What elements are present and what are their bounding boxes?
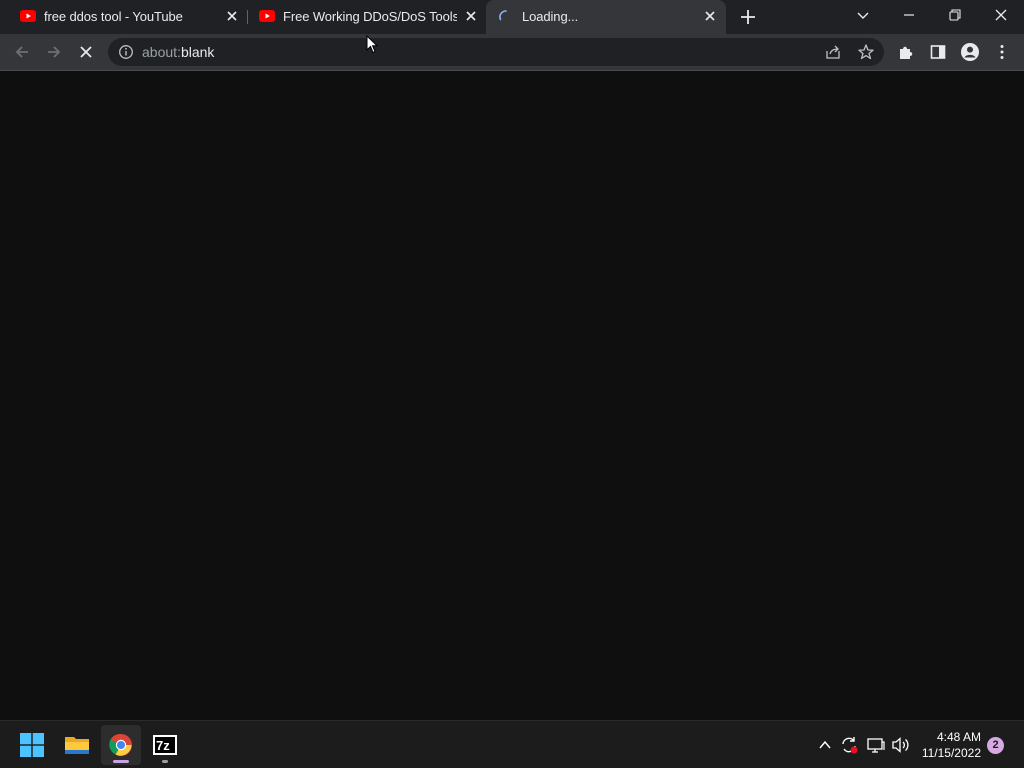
windows-logo-icon: [20, 733, 44, 757]
svg-text:7z: 7z: [156, 738, 170, 753]
close-icon: [995, 9, 1007, 21]
7zip-button[interactable]: 7z: [145, 725, 185, 765]
chrome-logo-icon: [109, 733, 132, 756]
tab-search-button[interactable]: [840, 0, 886, 30]
sync-status-icon[interactable]: [839, 735, 859, 755]
loading-spinner-icon: [499, 10, 507, 21]
profile-button[interactable]: [958, 40, 982, 64]
clock-time: 4:48 AM: [936, 730, 981, 744]
windows-taskbar: 7z 4:48 AM 11/15/2022 2: [0, 720, 1024, 768]
share-icon[interactable]: [824, 43, 842, 61]
monitor-network-icon: [867, 738, 885, 753]
sync-arrows-icon: [842, 737, 858, 754]
puzzle-piece-icon: [900, 46, 913, 59]
close-icon[interactable]: [225, 9, 239, 23]
tab-title: Loading...: [522, 9, 579, 24]
youtube-icon: [20, 10, 36, 22]
side-panel-icon: [930, 45, 946, 59]
running-indicator: [113, 760, 129, 763]
back-button[interactable]: [10, 40, 34, 64]
url-host: blank: [180, 44, 215, 60]
profile-avatar-icon: [961, 43, 979, 61]
arrow-left-icon: [15, 46, 28, 58]
network-icon[interactable]: [866, 735, 886, 755]
stop-x-icon: [80, 46, 92, 58]
clock-date: 11/15/2022: [921, 746, 981, 760]
close-icon[interactable]: [464, 9, 478, 23]
7zip-logo-icon: 7z: [153, 735, 177, 755]
browser-toolbar: about:blank: [0, 34, 1024, 70]
mouse-cursor-icon: [366, 35, 378, 54]
tab-loading[interactable]: Loading...: [486, 0, 726, 34]
restore-icon: [949, 9, 961, 21]
minimize-button[interactable]: [886, 0, 932, 30]
kebab-menu-icon: [1000, 45, 1004, 59]
tab-title: free ddos tool - YouTube: [44, 9, 183, 24]
new-tab-plus-icon[interactable]: [737, 6, 759, 28]
folder-icon: [65, 737, 89, 754]
page-content-blank: [0, 71, 1024, 720]
address-bar[interactable]: about:blank: [108, 38, 884, 66]
volume-icon[interactable]: [891, 735, 911, 755]
youtube-icon: [259, 10, 275, 22]
speaker-icon: [892, 737, 909, 753]
url-scheme: about:: [142, 44, 181, 60]
start-button[interactable]: [12, 725, 52, 765]
taskbar-clock[interactable]: 4:48 AM 11/15/2022: [922, 729, 981, 761]
minimize-icon: [904, 14, 914, 16]
bookmark-star-icon[interactable]: [857, 43, 875, 61]
running-indicator: [162, 760, 168, 763]
close-icon[interactable]: [703, 9, 717, 23]
close-window-button[interactable]: [978, 0, 1024, 30]
extensions-button[interactable]: [894, 40, 918, 64]
info-icon[interactable]: [118, 44, 134, 60]
url-text[interactable]: about:blank: [142, 44, 214, 60]
chrome-button[interactable]: [101, 725, 141, 765]
tab-title: Free Working DDoS/DoS Tools W: [283, 9, 457, 24]
chevron-up-icon: [819, 740, 831, 749]
notification-badge[interactable]: 2: [987, 737, 1004, 754]
chevron-down-icon: [857, 12, 869, 19]
tab-strip: free ddos tool - YouTube Free Working DD…: [0, 0, 1024, 34]
forward-button[interactable]: [42, 40, 66, 64]
menu-button[interactable]: [990, 40, 1014, 64]
restore-button[interactable]: [932, 0, 978, 30]
arrow-right-icon: [48, 46, 61, 58]
show-hidden-icons-button[interactable]: [815, 735, 835, 755]
tab-youtube-free-ddos-tool[interactable]: free ddos tool - YouTube: [0, 0, 246, 34]
file-explorer-button[interactable]: [57, 725, 97, 765]
tab-free-working-ddos-tools[interactable]: Free Working DDoS/DoS Tools W: [239, 0, 485, 34]
stop-loading-button[interactable]: [74, 40, 98, 64]
side-panel-button[interactable]: [926, 40, 950, 64]
